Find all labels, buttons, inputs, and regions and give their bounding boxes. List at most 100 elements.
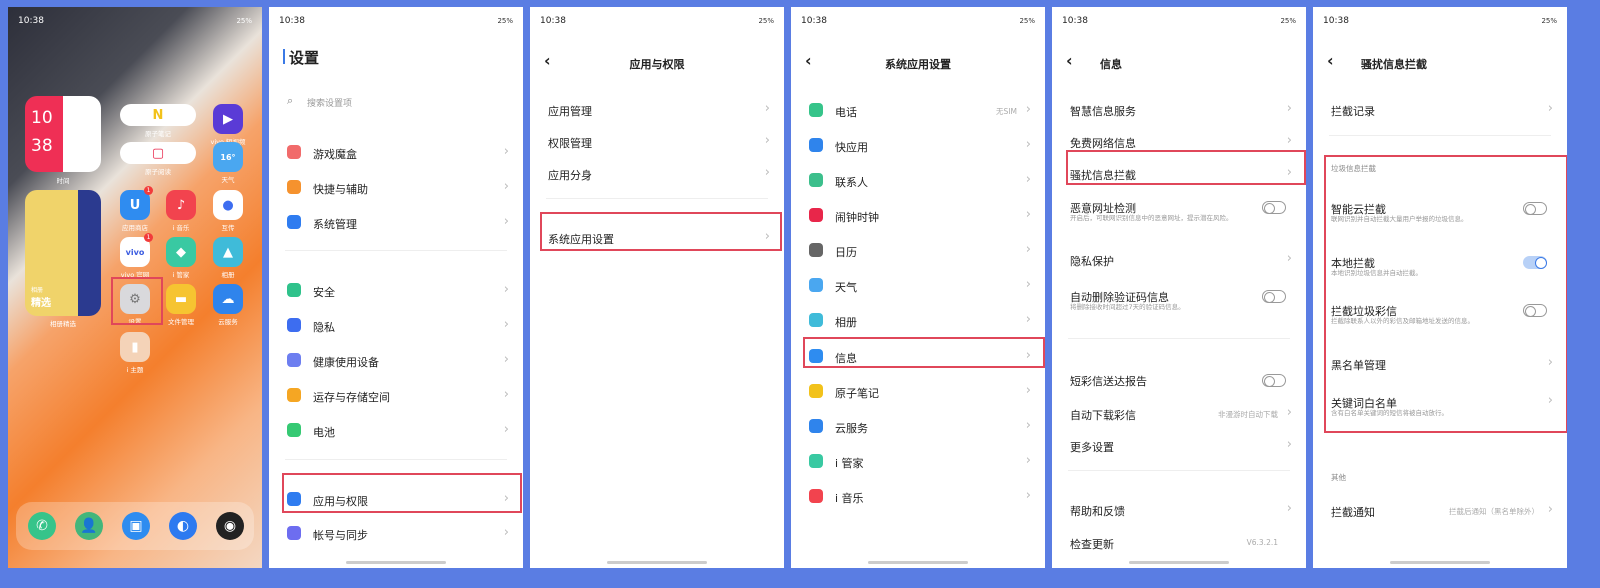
settings-row[interactable]: 运存与存储空间 › xyxy=(269,381,523,411)
toggle-switch[interactable] xyxy=(1523,256,1547,269)
settings-row[interactable]: 快应用 › xyxy=(791,131,1045,161)
app-8-icon[interactable]: ◆ xyxy=(166,237,196,267)
settings-row[interactable]: 隐私 › xyxy=(269,311,523,341)
chevron-right-icon: › xyxy=(1025,172,1031,187)
clock-hour: 10 xyxy=(31,108,53,128)
settings-row[interactable]: 应用管理 › xyxy=(530,95,784,125)
settings-row[interactable]: 自动删除验证码信息 将删除接收时间超过7天的验证码信息。 xyxy=(1052,281,1306,311)
divider xyxy=(1068,470,1290,471)
app-label: 天气 xyxy=(221,176,235,184)
chevron-right-icon: › xyxy=(503,179,509,194)
settings-row[interactable]: 帐号与同步 › xyxy=(269,519,523,549)
settings-row[interactable]: 更多设置 › xyxy=(1052,431,1306,461)
settings-row[interactable]: 健康使用设备 › xyxy=(269,346,523,376)
dock-browser-icon[interactable]: ◐ xyxy=(169,512,197,540)
settings-row[interactable]: 相册 › xyxy=(791,306,1045,336)
divider xyxy=(1068,338,1290,339)
settings-row[interactable]: 快捷与辅助 › xyxy=(269,173,523,203)
settings-row[interactable]: 应用分身 › xyxy=(530,159,784,189)
clock-widget[interactable]: 10 38 xyxy=(25,96,101,172)
settings-row[interactable]: 恶意网址检测 开启后，可联网识别信息中的恶意网址，提示潜在风险。 xyxy=(1052,192,1306,222)
settings-row[interactable]: 智慧信息服务 › xyxy=(1052,95,1306,125)
cloud-icon xyxy=(809,419,823,433)
home-indicator[interactable] xyxy=(346,561,446,564)
status-battery: 25% xyxy=(758,17,774,25)
settings-row[interactable]: 关键词白名单 含有白名单关键词的短信将被自动放行。 › xyxy=(1313,387,1567,417)
settings-row[interactable]: i 音乐 › xyxy=(791,482,1045,512)
settings-row[interactable]: 系统应用设置 › xyxy=(530,223,784,253)
toggle-switch[interactable] xyxy=(1523,202,1547,215)
app-11-icon[interactable]: ▬ xyxy=(166,284,196,314)
app-12-icon[interactable]: ☁ xyxy=(213,284,243,314)
app-10-icon[interactable]: ⚙ xyxy=(120,284,150,314)
settings-row[interactable]: 电话 无SIM › xyxy=(791,96,1045,126)
toggle-switch[interactable] xyxy=(1262,290,1286,303)
dock-contacts-icon[interactable]: 👤 xyxy=(75,512,103,540)
app-3-icon[interactable]: 16° xyxy=(213,142,243,172)
row-description: 联网识别并自动拦截大量用户举报的垃圾信息。 xyxy=(1331,215,1468,223)
home-indicator[interactable] xyxy=(1390,561,1490,564)
toggle-switch[interactable] xyxy=(1262,374,1286,387)
chevron-right-icon: › xyxy=(1286,101,1292,116)
messages-icon xyxy=(809,349,823,363)
row-label: 骚扰信息拦截 xyxy=(1070,169,1136,182)
chevron-right-icon: › xyxy=(503,491,509,506)
settings-row[interactable]: 骚扰信息拦截 › xyxy=(1052,159,1306,189)
app-6-icon[interactable]: ● xyxy=(213,190,243,220)
settings-row[interactable]: 联系人 › xyxy=(791,166,1045,196)
settings-row[interactable]: 应用与权限 › xyxy=(269,485,523,515)
settings-row[interactable]: 免费网络信息 › xyxy=(1052,127,1306,157)
settings-row[interactable]: 安全 › xyxy=(269,276,523,306)
settings-row[interactable]: 自动下载彩信 非漫游时自动下载 › xyxy=(1052,399,1306,429)
settings-row[interactable]: 系统管理 › xyxy=(269,208,523,238)
dock-camera-icon[interactable]: ◉ xyxy=(216,512,244,540)
home-indicator[interactable] xyxy=(868,561,968,564)
settings-row[interactable]: 隐私保护 › xyxy=(1052,245,1306,275)
phone-icon xyxy=(809,103,823,117)
settings-row[interactable]: 天气 › xyxy=(791,271,1045,301)
settings-row[interactable]: 短彩信送达报告 xyxy=(1052,365,1306,395)
chevron-right-icon: › xyxy=(503,144,509,159)
app-label: 原子阅读 xyxy=(145,168,171,176)
settings-row[interactable]: 黑名单管理 › xyxy=(1313,349,1567,379)
settings-row[interactable]: 拦截垃圾彩信 拦截除联系人以外的彩信及邮箱地址发送的信息。 xyxy=(1313,295,1567,325)
row-value: 无SIM xyxy=(996,107,1017,116)
app-0-icon[interactable]: N xyxy=(120,104,196,126)
toggle-switch[interactable] xyxy=(1523,304,1547,317)
back-button[interactable]: ‹ xyxy=(1327,51,1334,70)
toggle-switch[interactable] xyxy=(1262,201,1286,214)
settings-row[interactable]: 拦截通知 拦截后通知（黑名单除外） › xyxy=(1313,496,1567,526)
settings-row[interactable]: 游戏魔盒 › xyxy=(269,138,523,168)
settings-row[interactable]: 日历 › xyxy=(791,236,1045,266)
app-2-icon[interactable]: ▢ xyxy=(120,142,196,164)
settings-row[interactable]: 本地拦截 本地识别垃圾信息并自动拦截。 xyxy=(1313,247,1567,277)
home-indicator[interactable] xyxy=(607,561,707,564)
home-indicator[interactable] xyxy=(1129,561,1229,564)
settings-row[interactable]: 智能云拦截 联网识别并自动拦截大量用户举报的垃圾信息。 xyxy=(1313,193,1567,223)
app-13-icon[interactable]: ▮ xyxy=(120,332,150,362)
dock-messages-icon[interactable]: ▣ xyxy=(122,512,150,540)
settings-row[interactable]: i 管家 › xyxy=(791,447,1045,477)
dock-phone-icon[interactable]: ✆ xyxy=(28,512,56,540)
row-description: 含有白名单关键词的短信将被自动放行。 xyxy=(1331,409,1448,417)
settings-row[interactable]: 帮助和反馈 › xyxy=(1052,495,1306,525)
app-label: 云服务 xyxy=(218,318,238,326)
settings-row[interactable]: 拦截记录 › xyxy=(1313,95,1567,125)
settings-row[interactable]: 信息 › xyxy=(791,342,1045,372)
app-9-icon[interactable]: ▲ xyxy=(213,237,243,267)
settings-row[interactable]: 云服务 › xyxy=(791,412,1045,442)
chevron-right-icon: › xyxy=(1287,564,1292,568)
page-title: 骚扰信息拦截 xyxy=(1361,58,1427,71)
app-1-icon[interactable]: ▶ xyxy=(213,104,243,134)
settings-row[interactable]: 闹钟时钟 › xyxy=(791,201,1045,231)
search-input[interactable]: ⌕ 搜索设置项 xyxy=(287,93,507,113)
settings-row[interactable]: 电池 › xyxy=(269,416,523,446)
section-header: 其他 xyxy=(1331,473,1346,482)
chevron-right-icon: › xyxy=(503,525,509,540)
settings-row[interactable]: 权限管理 › xyxy=(530,127,784,157)
back-button[interactable]: ‹ xyxy=(1066,51,1073,70)
settings-row[interactable]: 原子笔记 › xyxy=(791,377,1045,407)
settings-row[interactable]: 检查更新 V6.3.2.1 xyxy=(1052,528,1306,558)
app-5-icon[interactable]: ♪ xyxy=(166,190,196,220)
photo-widget[interactable]: 相册 精选 xyxy=(25,190,101,316)
